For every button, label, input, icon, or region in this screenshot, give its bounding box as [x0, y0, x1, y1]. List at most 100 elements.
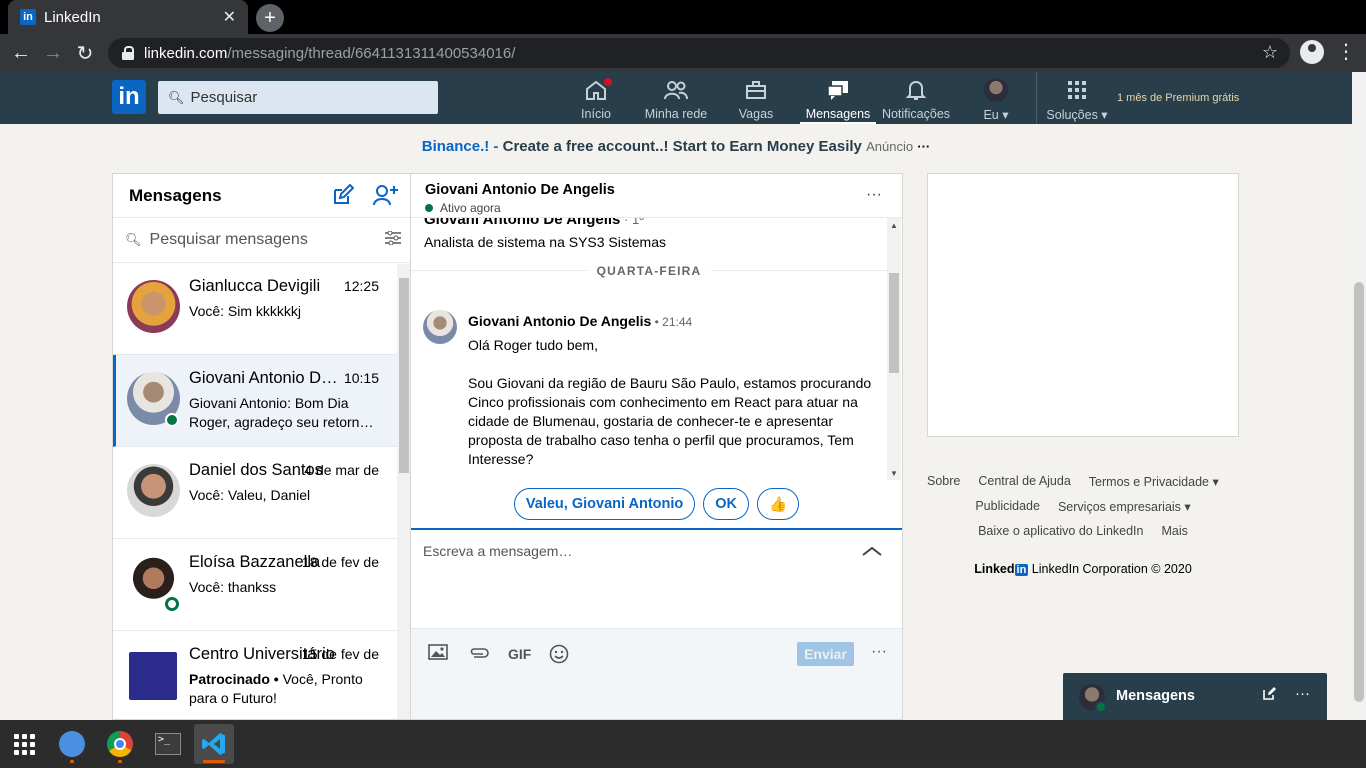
- ad-tag: Anúncio: [866, 139, 914, 154]
- search-messages-input[interactable]: 🔍︎ Pesquisar mensagens: [113, 218, 411, 263]
- footer-link[interactable]: Sobre: [927, 474, 960, 489]
- footer-link[interactable]: Termos e Privacidade ▾: [1089, 474, 1219, 489]
- terminal-icon[interactable]: >_: [148, 724, 188, 764]
- sponsored-ad[interactable]: Binance.! - Create a free account..! Sta…: [0, 138, 1352, 155]
- online-indicator: [165, 597, 179, 611]
- messaging-overlay-bar[interactable]: Mensagens ···: [1063, 673, 1327, 720]
- linkedin-header: in 🔍︎ Pesquisar Início Minha rede Vagas …: [0, 72, 1352, 124]
- scroll-down-arrow-icon[interactable]: ▼: [890, 469, 898, 478]
- emoji-icon[interactable]: [549, 644, 569, 669]
- message-thread: Giovani Antonio De Angelis Ativo agora ·…: [410, 173, 903, 720]
- footer-links: Sobre Central de Ajuda Termos e Privacid…: [927, 474, 1239, 548]
- attachment-icon[interactable]: [468, 644, 490, 664]
- conversation-item[interactable]: Daniel dos Santos 4 de mar de Você: Vale…: [113, 447, 397, 539]
- list-title: Mensagens: [129, 185, 222, 205]
- search-icon: 🔍︎: [125, 232, 142, 247]
- thread-more-icon[interactable]: ···: [866, 186, 882, 204]
- browser-menu-icon[interactable]: ⋮: [1336, 39, 1356, 64]
- app-grid-icon[interactable]: [4, 724, 44, 764]
- conversation-item[interactable]: Gianlucca Devigili 12:25 Você: Sim kkkkk…: [113, 263, 397, 355]
- grid-icon: [1065, 78, 1089, 102]
- copyright: Linked in LinkedIn Corporation © 2020: [974, 562, 1192, 576]
- new-tab-button[interactable]: +: [256, 4, 284, 32]
- sender-avatar[interactable]: [423, 310, 457, 344]
- browser-tab-strip: in LinkedIn ✕ +: [0, 0, 1366, 34]
- profile-name[interactable]: Giovani Antonio De Angelis: [424, 218, 620, 228]
- day-label: QUARTA-FEIRA: [586, 264, 712, 278]
- connection-degree: · 1º: [620, 218, 644, 227]
- ad-more-icon[interactable]: ···: [917, 139, 930, 154]
- sponsored-label: Patrocinado •: [189, 671, 279, 687]
- browser-tab[interactable]: in LinkedIn ✕: [8, 0, 248, 34]
- online-indicator: [165, 413, 179, 427]
- compose-placeholder: Escreva a mensagem…: [423, 543, 573, 559]
- quick-replies: Valeu, Giovani Antonio OK 👍: [411, 488, 902, 520]
- conversation-item[interactable]: Eloísa Bazzanella 18 de fev de Você: tha…: [113, 539, 397, 631]
- ad-text[interactable]: Create a free account..! Start to Earn M…: [503, 138, 862, 155]
- footer-link[interactable]: Serviços empresariais ▾: [1058, 499, 1191, 514]
- files-app-icon[interactable]: [52, 724, 92, 764]
- quick-reply-button[interactable]: OK: [703, 488, 750, 520]
- reload-icon[interactable]: ↻: [72, 40, 98, 66]
- notification-badge: [602, 76, 614, 88]
- message-compose-area[interactable]: Escreva a mensagem…: [411, 528, 902, 628]
- compose-more-icon[interactable]: ···: [871, 643, 887, 661]
- tab-close-icon[interactable]: ✕: [223, 7, 236, 27]
- list-scrollbar[interactable]: [397, 264, 411, 719]
- page-scrollbar[interactable]: [1352, 72, 1366, 720]
- nav-solutions[interactable]: Soluções ▾: [1042, 78, 1112, 124]
- ad-brand[interactable]: Binance.!: [422, 138, 490, 155]
- back-arrow-icon[interactable]: ←: [8, 40, 34, 66]
- profile-headline: Analista de sistema na SYS3 Sistemas: [424, 234, 667, 250]
- message-sender[interactable]: Giovani Antonio De Angelis: [468, 313, 651, 329]
- search-placeholder: Pesquisar: [190, 89, 258, 106]
- overlay-more-icon[interactable]: ···: [1295, 685, 1310, 702]
- nav-messages[interactable]: Mensagens: [800, 78, 876, 124]
- conversation-list: Mensagens 🔍︎ Pesquisar mensagens Gianluc…: [112, 173, 411, 720]
- forward-arrow-icon[interactable]: →: [40, 40, 66, 66]
- message-body: Olá Roger tudo bem, Sou Giovani da regiã…: [468, 337, 872, 467]
- gif-button[interactable]: GIF: [508, 646, 531, 662]
- search-input[interactable]: 🔍︎ Pesquisar: [158, 81, 438, 114]
- filter-icon[interactable]: [385, 230, 401, 250]
- browser-toolbar: ← → ↻ linkedin.com/messaging/thread/6641…: [0, 34, 1366, 72]
- nav-notifications[interactable]: Notificações: [882, 78, 950, 124]
- thumbs-up-reply-button[interactable]: 👍: [757, 488, 800, 520]
- nav-my-network[interactable]: Minha rede: [644, 78, 708, 124]
- nav-home[interactable]: Início: [581, 76, 614, 124]
- footer-link[interactable]: Publicidade: [975, 499, 1040, 514]
- nav-jobs[interactable]: Vagas: [739, 78, 773, 124]
- add-people-icon[interactable]: [373, 184, 399, 212]
- url-host: linkedin.com: [144, 44, 228, 62]
- conversation-item-sponsored[interactable]: Centro Universitário 15 de fev de Patroc…: [113, 631, 397, 719]
- bell-icon: [904, 78, 928, 102]
- chrome-icon[interactable]: [100, 724, 140, 764]
- scroll-up-arrow-icon[interactable]: ▲: [890, 221, 898, 230]
- user-avatar: [984, 78, 1008, 102]
- linkedin-logo[interactable]: in: [112, 80, 146, 114]
- compose-icon[interactable]: [1263, 686, 1277, 704]
- footer-link[interactable]: Baixe o aplicativo do LinkedIn: [978, 524, 1143, 538]
- premium-link[interactable]: 1 mês de Premium grátis: [1117, 92, 1239, 104]
- thread-scrollbar[interactable]: ▲ ▼: [887, 218, 901, 480]
- footer-link[interactable]: Mais: [1161, 524, 1187, 538]
- compose-icon[interactable]: [332, 183, 355, 212]
- footer-link[interactable]: Central de Ajuda: [978, 474, 1070, 489]
- message-time: • 21:44: [651, 315, 693, 329]
- message-list: Giovani Antonio De Angelis · 1º Analista…: [411, 218, 902, 478]
- nav-me[interactable]: Eu ▾: [978, 78, 1014, 124]
- compose-toolbar: GIF Enviar ···: [411, 628, 902, 719]
- quick-reply-button[interactable]: Valeu, Giovani Antonio: [513, 488, 696, 520]
- conversation-item-selected[interactable]: Giovani Antonio De Angelis 10:15 Giovani…: [113, 355, 397, 447]
- send-button[interactable]: Enviar: [797, 642, 854, 666]
- image-icon[interactable]: [428, 644, 448, 665]
- avatar: [127, 280, 180, 333]
- expand-chevron-icon[interactable]: [862, 540, 882, 561]
- thread-contact-name[interactable]: Giovani Antonio De Angelis: [425, 182, 615, 198]
- network-icon: [664, 78, 688, 102]
- os-taskbar: >_: [0, 720, 1366, 768]
- vscode-icon[interactable]: [194, 724, 234, 764]
- profile-icon[interactable]: [1300, 40, 1324, 64]
- bookmark-star-icon[interactable]: ☆: [1262, 42, 1278, 63]
- address-bar[interactable]: linkedin.com/messaging/thread/6641131311…: [108, 38, 1290, 68]
